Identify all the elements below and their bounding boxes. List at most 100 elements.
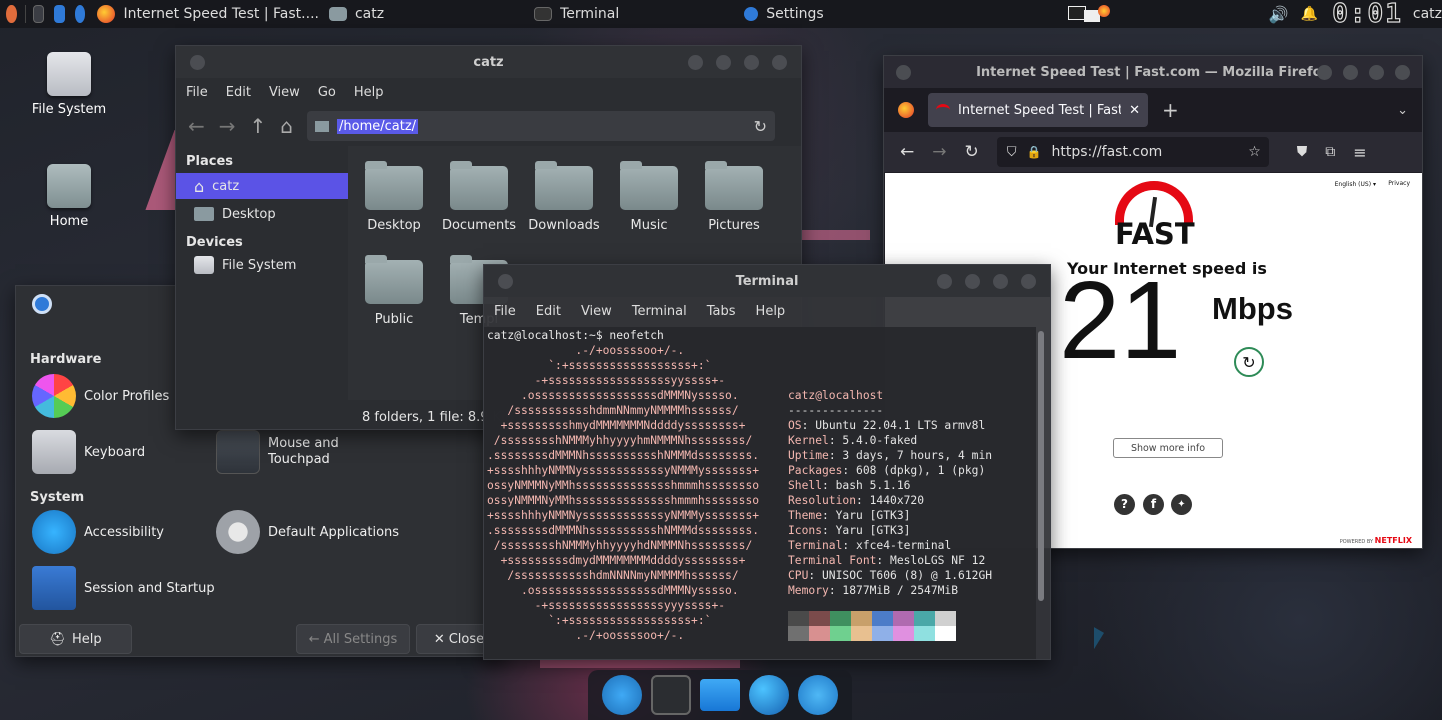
shade-button[interactable] bbox=[744, 55, 759, 70]
folder-desktop[interactable]: Desktop bbox=[352, 161, 436, 233]
url-bar[interactable]: ⛉ 🔒 https://fast.com ☆ bbox=[996, 137, 1269, 167]
maximize-button[interactable] bbox=[716, 55, 731, 70]
menu-help[interactable]: Help bbox=[354, 85, 384, 100]
shade-button[interactable] bbox=[993, 274, 1008, 289]
terminal-body[interactable]: catz@localhost:~$ neofetch .-/+oossssoo+… bbox=[484, 327, 1036, 659]
menu-help[interactable]: Help bbox=[756, 304, 786, 319]
gimp-icon[interactable] bbox=[602, 675, 643, 715]
firefox-view-icon[interactable] bbox=[898, 102, 914, 118]
tab-fast-com[interactable]: Internet Speed Test | Fast.co ✕ bbox=[928, 93, 1148, 127]
palette-swatch bbox=[893, 611, 914, 626]
privacy-link[interactable]: Privacy bbox=[1388, 180, 1410, 187]
browser-launcher-icon[interactable] bbox=[54, 5, 65, 23]
task-firefox[interactable]: Internet Speed Test | Fast.... bbox=[97, 5, 319, 23]
minimize-button[interactable] bbox=[688, 55, 703, 70]
reload-icon[interactable]: ↻ bbox=[965, 142, 979, 162]
folder-icon bbox=[194, 207, 214, 221]
menu-terminal[interactable]: Terminal bbox=[632, 304, 687, 319]
desktop-icon-file-system[interactable]: File System bbox=[14, 52, 124, 117]
shade-button[interactable] bbox=[1369, 65, 1384, 80]
user-menu[interactable]: catz bbox=[1413, 6, 1442, 22]
window-title: catz bbox=[473, 54, 504, 70]
sidebar-item-catz[interactable]: ⌂ catz bbox=[176, 173, 348, 199]
settings-item-color-profiles[interactable]: Color Profiles bbox=[32, 374, 169, 418]
close-icon[interactable]: ✕ bbox=[1129, 103, 1140, 118]
language-selector[interactable]: English (US) ▾ bbox=[1335, 181, 1376, 188]
folder-icon[interactable] bbox=[699, 679, 740, 711]
star-icon[interactable]: ☆ bbox=[1248, 144, 1261, 160]
pocket-icon[interactable]: ⛊ bbox=[1297, 144, 1308, 160]
all-settings-button[interactable]: ← All Settings bbox=[296, 624, 410, 654]
maximize-button[interactable] bbox=[965, 274, 980, 289]
scrollbar[interactable] bbox=[1038, 331, 1044, 601]
menu-view[interactable]: View bbox=[269, 85, 300, 100]
up-icon[interactable]: ↑ bbox=[250, 114, 267, 138]
task-terminal[interactable]: Terminal bbox=[534, 6, 619, 22]
new-tab-button[interactable]: + bbox=[1162, 98, 1179, 122]
browser-icon[interactable] bbox=[748, 675, 789, 715]
menu-file[interactable]: File bbox=[494, 304, 516, 319]
menu-view[interactable]: View bbox=[581, 304, 612, 319]
location-bar[interactable]: /home/catz/ ↻ bbox=[307, 111, 775, 141]
settings-item-default-applications[interactable]: Default Applications bbox=[216, 510, 399, 554]
back-icon[interactable]: ← bbox=[188, 114, 205, 138]
bell-icon[interactable]: 🔔 bbox=[1301, 6, 1318, 22]
settings-item-accessibility[interactable]: Accessibility bbox=[32, 510, 164, 554]
task-label: catz bbox=[354, 6, 385, 22]
folder-music[interactable]: Music bbox=[607, 161, 691, 233]
terminal-icon[interactable] bbox=[651, 675, 692, 715]
refresh-icon[interactable]: ↻ bbox=[1234, 347, 1264, 377]
menu-tabs[interactable]: Tabs bbox=[707, 304, 736, 319]
show-desktop-icon[interactable] bbox=[33, 5, 45, 23]
palette-swatch bbox=[830, 611, 851, 626]
workspace-switcher[interactable] bbox=[1062, 2, 1110, 26]
chevron-down-icon[interactable]: ⌄ bbox=[1397, 103, 1408, 118]
help-button[interactable]: ⛑ Help bbox=[19, 624, 132, 654]
sidebar-item-desktop[interactable]: Desktop bbox=[176, 201, 348, 227]
facebook-icon[interactable]: f bbox=[1143, 494, 1164, 515]
close-button[interactable] bbox=[772, 55, 787, 70]
extensions-icon[interactable]: ⧉ bbox=[1325, 144, 1335, 160]
settings-item-keyboard[interactable]: Keyboard bbox=[32, 430, 145, 474]
search-icon[interactable] bbox=[797, 675, 838, 715]
folder-public[interactable]: Public bbox=[352, 255, 436, 327]
forward-icon[interactable]: → bbox=[219, 114, 236, 138]
settings-item-mouse-touchpad[interactable]: Mouse and Touchpad bbox=[216, 430, 339, 474]
info-line: Resolution: 1440x720 bbox=[788, 493, 992, 508]
minimize-button[interactable] bbox=[1317, 65, 1332, 80]
window-menu-button[interactable] bbox=[896, 65, 911, 80]
settings-item-session-startup[interactable]: Session and Startup bbox=[32, 566, 215, 610]
folder-pictures[interactable]: Pictures bbox=[692, 161, 776, 233]
forward-icon[interactable]: → bbox=[932, 142, 946, 162]
menu-icon[interactable]: ≡ bbox=[1353, 143, 1366, 162]
task-file-manager[interactable]: catz bbox=[328, 6, 385, 22]
task-settings[interactable]: Settings bbox=[744, 6, 824, 22]
volume-icon[interactable]: 🔊 bbox=[1269, 5, 1289, 24]
firefox-icon bbox=[1097, 5, 1110, 17]
minimize-button[interactable] bbox=[937, 274, 952, 289]
window-menu-button[interactable] bbox=[190, 55, 205, 70]
window-menu-button[interactable] bbox=[498, 274, 513, 289]
twitter-icon[interactable]: ✦ bbox=[1171, 494, 1192, 515]
reload-icon[interactable]: ↻ bbox=[754, 117, 767, 136]
app-menu-icon[interactable] bbox=[6, 5, 17, 23]
help-icon[interactable]: ? bbox=[1114, 494, 1135, 515]
top-panel: Internet Speed Test | Fast.... catz Term… bbox=[0, 0, 1442, 30]
folder-documents[interactable]: Documents bbox=[437, 161, 521, 233]
settings-launcher-icon[interactable] bbox=[74, 5, 86, 23]
home-icon[interactable]: ⌂ bbox=[280, 114, 293, 138]
menu-edit[interactable]: Edit bbox=[226, 85, 251, 100]
folder-downloads[interactable]: Downloads bbox=[522, 161, 606, 233]
menu-file[interactable]: File bbox=[186, 85, 208, 100]
close-button[interactable] bbox=[1395, 65, 1410, 80]
close-button[interactable] bbox=[1021, 274, 1036, 289]
folder-label: Music bbox=[630, 218, 668, 233]
menu-edit[interactable]: Edit bbox=[536, 304, 561, 319]
show-more-info-button[interactable]: Show more info bbox=[1113, 438, 1223, 458]
maximize-button[interactable] bbox=[1343, 65, 1358, 80]
sidebar-item-file-system[interactable]: File System bbox=[176, 252, 348, 278]
menu-go[interactable]: Go bbox=[318, 85, 336, 100]
clock[interactable]: 0:01 bbox=[1332, 0, 1403, 30]
desktop-icon-home[interactable]: Home bbox=[14, 164, 124, 229]
back-icon[interactable]: ← bbox=[900, 142, 914, 162]
